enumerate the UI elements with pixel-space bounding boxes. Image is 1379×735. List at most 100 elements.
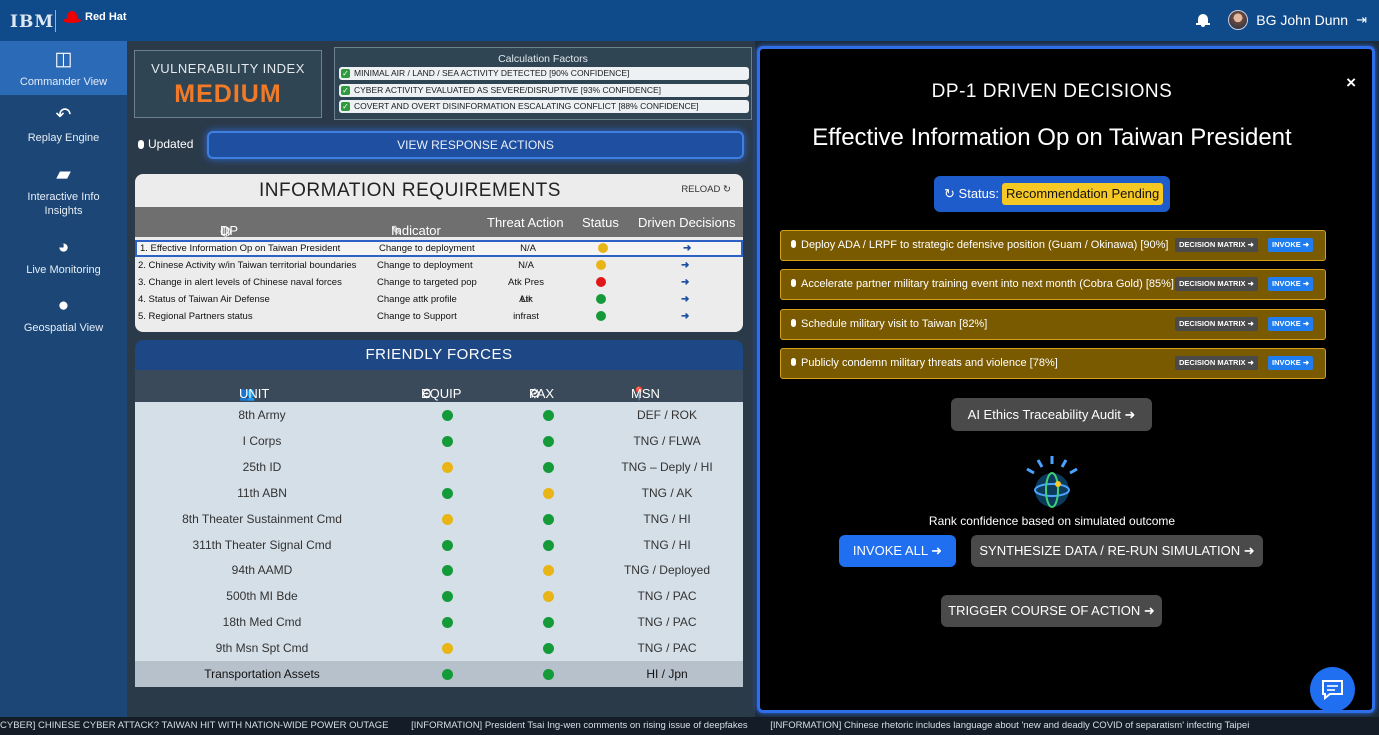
recommendation-item: Schedule military visit to Taiwan [82%] … — [780, 309, 1326, 340]
header-status: Status — [582, 215, 619, 230]
equip-status-dot — [442, 487, 453, 499]
pax-status-dot — [543, 591, 554, 603]
driven-decisions-arrow[interactable]: ➜ — [681, 257, 689, 274]
lightbulb-icon — [791, 240, 796, 248]
ir-dp: 3. Change in alert levels of Chinese nav… — [138, 277, 342, 288]
ir-row[interactable]: 3. Change in alert levels of Chinese nav… — [135, 274, 743, 305]
ir-row[interactable]: 5. Regional Partners status Change to Sup… — [135, 308, 743, 325]
view-response-actions-button[interactable]: VIEW RESPONSE ACTIONS — [207, 131, 744, 159]
driven-decisions-arrow[interactable]: ➜ — [681, 291, 689, 308]
chat-button[interactable] — [1310, 667, 1355, 712]
logout-icon[interactable]: ⇥ — [1356, 12, 1367, 28]
ff-unit: 11th ABN — [237, 485, 287, 500]
ff-row[interactable]: 311th Theater Signal Cmd TNG / HI — [135, 532, 743, 558]
driven-decisions-arrow[interactable]: ➜ — [681, 308, 689, 325]
decision-matrix-button[interactable]: DECISION MATRIX ➜ — [1175, 317, 1258, 331]
status-dot — [596, 294, 606, 304]
sidebar-item-commander-view[interactable]: ◫ Commander View — [0, 41, 127, 95]
sidebar-item-replay-engine[interactable]: ↶ Replay Engine — [0, 105, 127, 155]
pax-status-dot — [543, 487, 554, 499]
logo-divider — [55, 10, 56, 32]
invoke-button[interactable]: INVOKE ➜ — [1268, 356, 1314, 370]
ff-unit: 9th Msn Spt Cmd — [215, 641, 309, 656]
ff-row[interactable]: Transportation Assets HI / Jpn — [135, 661, 743, 687]
recommendation-item: Accelerate partner military training eve… — [780, 269, 1326, 300]
ir-indicator: Change to targeted pop — [377, 277, 477, 288]
avatar[interactable] — [1228, 10, 1249, 30]
ff-row[interactable]: 25th ID TNG – Deply / HI — [135, 454, 743, 480]
calculation-factors-card: Calculation Factors ✓ MINIMAL AIR / LAND … — [334, 47, 752, 120]
ticker-item[interactable]: [INFORMATION] Chinese rhetoric includes … — [770, 720, 1249, 731]
calculation-factor-text: MINIMAL AIR / LAND / SEA ACTIVITY DETECT… — [354, 68, 630, 78]
recommendation-text: Deploy ADA / LRPF to strategic defensive… — [801, 239, 1169, 251]
decision-matrix-button[interactable]: DECISION MATRIX ➜ — [1175, 356, 1258, 370]
ff-msn-loc: DEF / ROK — [636, 408, 697, 422]
sidebar-item-live-monitoring[interactable]: ◕ Live Monitoring — [0, 237, 127, 279]
reload-label: RELOAD — [681, 184, 721, 195]
ff-row[interactable]: 8th Theater Sustainment Cmd TNG / HI — [135, 506, 743, 532]
status-label: Status: — [958, 186, 999, 201]
ff-msn-loc: HI / Jpn — [646, 667, 688, 681]
ticker-item[interactable]: [INFORMATION] President Tsai Ing-wen com… — [411, 720, 748, 731]
sidebar: ◫ Commander View ↶ Replay Engine ▰ Inter… — [0, 41, 127, 717]
calculation-factor: ✓ CYBER ACTIVITY EVALUATED AS SEVERE/DISR… — [339, 84, 749, 97]
ff-row[interactable]: 18th Med Cmd TNG / PAC — [135, 609, 743, 635]
ff-msn-loc: TNG / PAC — [637, 589, 697, 604]
decision-matrix-button[interactable]: DECISION MATRIX ➜ — [1175, 238, 1258, 252]
ai-ethics-audit-button[interactable]: AI Ethics Traceability Audit ➜ — [951, 398, 1152, 431]
calculation-factor: ✓ MINIMAL AIR / LAND / SEA ACTIVITY DETEC… — [339, 67, 749, 80]
header-pax-label: PAX — [529, 386, 555, 401]
trigger-course-of-action-button[interactable]: TRIGGER COURSE OF ACTION ➜ — [941, 595, 1162, 627]
ir-indicator: Change to deployment — [377, 260, 473, 271]
panel-icon: ◫ — [54, 49, 73, 70]
information-requirements-panel: INFORMATION REQUIREMENTS RELOAD ↻ ◍ DP (… — [135, 174, 743, 332]
ff-msn-loc: TNG / FLWA — [633, 433, 701, 448]
reload-button[interactable]: RELOAD ↻ — [681, 184, 731, 195]
ir-row[interactable]: 4. Status of Taiwan Air Defense Change at… — [135, 291, 743, 322]
invoke-button[interactable]: INVOKE ➜ — [1268, 277, 1314, 291]
sidebar-item-interactive-info-insights[interactable]: ▰ Interactive Info Insights — [0, 164, 127, 217]
user-name[interactable]: BG John Dunn — [1256, 12, 1348, 28]
ticker-item[interactable]: CYBER] CHINESE CYBER ATTACK? TAIWAN HIT … — [0, 720, 388, 731]
equip-status-dot — [442, 435, 453, 447]
pax-status-dot — [543, 565, 554, 577]
decisions-panel: × DP-1 DRIVEN DECISIONS Effective Inform… — [757, 46, 1375, 713]
lightbulb-icon — [791, 358, 796, 366]
reload-icon: ↻ — [723, 184, 731, 195]
driven-decisions-arrow[interactable]: ➜ — [681, 274, 689, 291]
ff-msn-loc: TNG / HI — [643, 537, 691, 552]
calculation-factor-text: CYBER ACTIVITY EVALUATED AS SEVERE/DISRU… — [354, 85, 662, 95]
ir-row[interactable]: 1. Effective Information Op on Taiwan Pr… — [135, 240, 743, 257]
pax-status-dot — [543, 513, 554, 525]
close-icon[interactable]: × — [1346, 73, 1356, 93]
ff-unit: 8th Army — [238, 408, 286, 422]
ibm-logo: IBM — [10, 12, 55, 32]
folder-icon: ▰ — [56, 164, 71, 185]
driven-decisions-arrow[interactable]: ➜ — [683, 242, 691, 255]
redhat-logo: Red Hat — [63, 11, 127, 23]
ff-msn-loc: TNG / HI — [643, 511, 691, 526]
ff-row[interactable]: 11th ABN TNG / AK — [135, 480, 743, 506]
ff-row[interactable]: 9th Msn Spt Cmd TNG / PAC — [135, 635, 743, 661]
invoke-button[interactable]: INVOKE ➜ — [1268, 238, 1314, 252]
check-icon: ✓ — [341, 86, 350, 95]
updated-label: Updated — [148, 137, 194, 151]
ff-row[interactable]: 8th Army DEF / ROK — [135, 402, 743, 428]
bell-icon[interactable] — [1196, 13, 1211, 27]
ir-row[interactable]: 2. Chinese Activity w/in Taiwan territor… — [135, 257, 743, 274]
ir-dp: 1. Effective Information Op on Taiwan Pr… — [140, 243, 341, 254]
redhat-logo-text: Red Hat — [85, 11, 127, 23]
invoke-all-button[interactable]: INVOKE ALL ➜ — [839, 535, 956, 567]
equip-status-dot — [442, 410, 453, 421]
sidebar-item-geospatial-view[interactable]: ● Geospatial View — [0, 295, 127, 337]
lightbulb-icon — [791, 319, 796, 327]
ff-unit: 25th ID — [242, 459, 282, 474]
ff-unit: 8th Theater Sustainment Cmd — [182, 511, 342, 526]
ir-threat: N/A — [520, 243, 536, 254]
synthesize-rerun-button[interactable]: SYNTHESIZE DATA / RE-RUN SIMULATION ➜ — [971, 535, 1263, 567]
ff-row[interactable]: I Corps TNG / FLWA — [135, 428, 743, 454]
decision-matrix-button[interactable]: DECISION MATRIX ➜ — [1175, 277, 1258, 291]
ff-row[interactable]: 94th AAMD TNG / Deployed — [135, 557, 743, 583]
invoke-button[interactable]: INVOKE ➜ — [1268, 317, 1314, 331]
ff-row[interactable]: 500th MI Bde TNG / PAC — [135, 583, 743, 609]
